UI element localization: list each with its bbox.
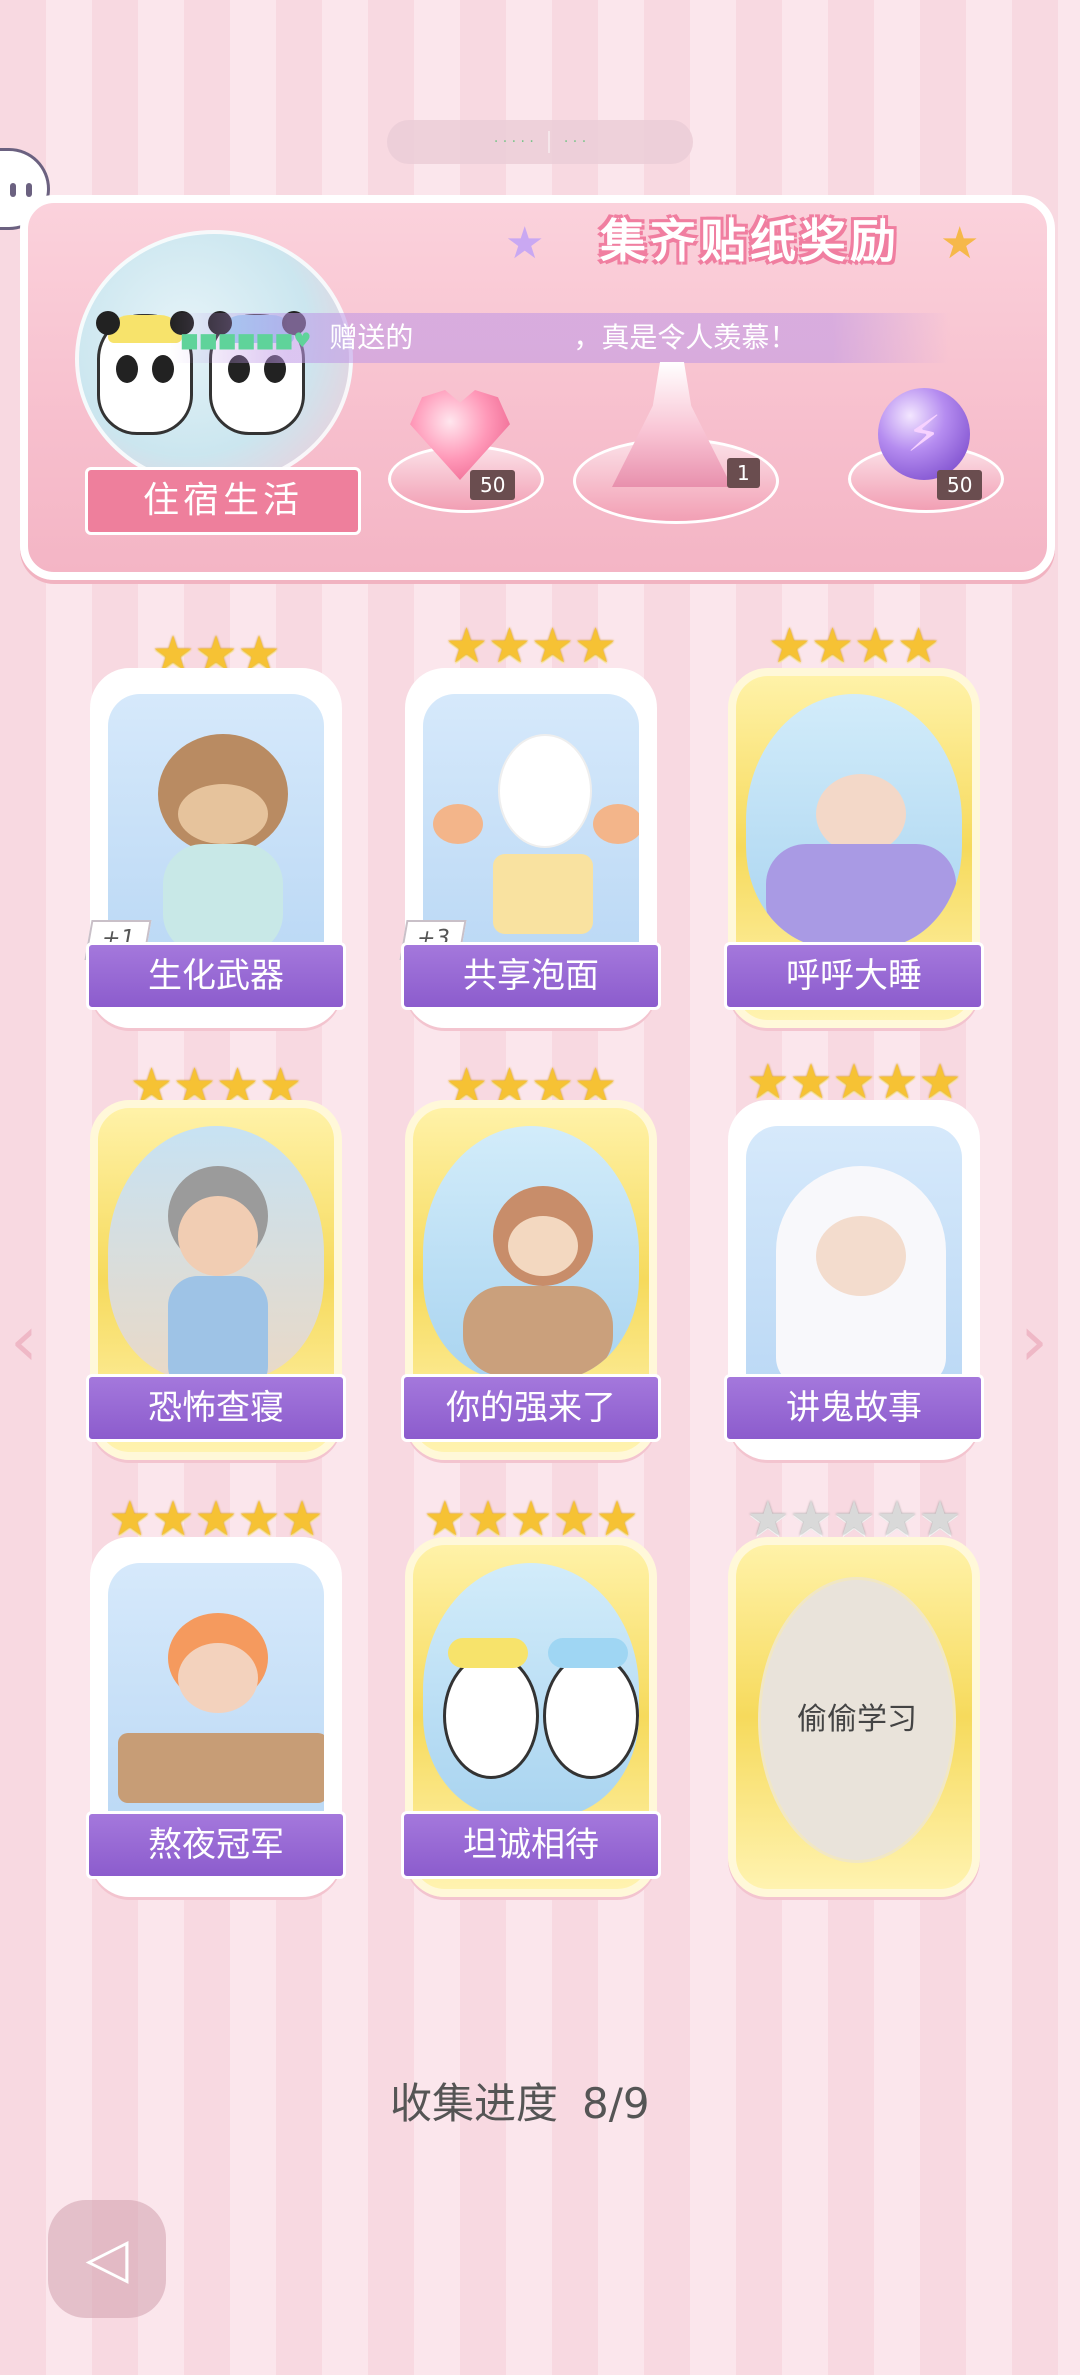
gift-text: 赠送的 xyxy=(329,321,414,354)
card-title: 讲鬼故事 xyxy=(724,1374,984,1442)
reward-count: 50 xyxy=(937,470,983,500)
sleeping-boy-sticker-art xyxy=(746,694,962,948)
sticker-card[interactable]: +3 共享泡面 xyxy=(399,668,661,1028)
panda-shower-sticker-art xyxy=(423,1563,639,1817)
sender-name: ■■■■■■♥ xyxy=(180,328,312,352)
card-star-rating: ★ ★ ★ ★ ★ xyxy=(423,1491,639,1547)
back-button[interactable]: ◁ xyxy=(48,2200,166,2318)
sticker-card[interactable]: 你的强来了 xyxy=(401,1100,661,1460)
card-title: 生化武器 xyxy=(86,942,346,1010)
capybara-sticker-art xyxy=(108,694,324,948)
card-star-rating: ★ ★ ★ ★ ★ xyxy=(746,1491,962,1547)
cockroach-sticker-art xyxy=(423,1126,639,1380)
sticker-card[interactable]: 讲鬼故事 xyxy=(724,1100,984,1460)
card-star-rating: ★ ★ ★ ★ xyxy=(767,618,941,674)
purple-star-icon: ★ xyxy=(505,218,545,269)
progress-value: 8/9 xyxy=(582,2079,650,2128)
card-title: 你的强来了 xyxy=(401,1374,661,1442)
reward-count: 1 xyxy=(727,458,760,488)
locked-sticker-card[interactable]: 偷偷学习 xyxy=(728,1537,980,1897)
bunny-noodles-sticker-art xyxy=(423,694,639,948)
progress-label: 收集进度 xyxy=(390,2079,559,2128)
all-nighter-sticker-art xyxy=(108,1563,324,1817)
orb-icon[interactable]: ⚡ xyxy=(878,388,970,480)
locked-card-title: 偷偷学习 xyxy=(758,1577,956,1863)
status-left-text: · · · · · xyxy=(493,134,534,150)
status-divider xyxy=(547,131,550,153)
sticker-card[interactable]: 恐怖查寝 xyxy=(86,1100,346,1460)
card-star-rating: ★ ★ ★ ★ ★ xyxy=(108,1491,324,1547)
status-right-text: · · · xyxy=(563,134,587,150)
card-title: 恐怖查寝 xyxy=(86,1374,346,1442)
reward-count: 50 xyxy=(470,470,516,500)
sticker-card[interactable]: 熬夜冠军 xyxy=(86,1537,346,1897)
card-title: 坦诚相待 xyxy=(401,1811,661,1879)
gift-scroll-message: ■■■■■■♥ 赠送的 ，真是令人羡慕！ xyxy=(170,313,950,363)
top-status-pill: · · · · · · · · xyxy=(387,120,693,164)
ghost-story-sticker-art xyxy=(746,1126,962,1380)
face-eye-icon xyxy=(10,183,16,197)
banner-title: 集齐贴纸奖励 xyxy=(600,214,900,268)
card-star-rating: ★ ★ ★ ★ ★ xyxy=(746,1054,962,1110)
card-title: 共享泡面 xyxy=(401,942,661,1010)
next-page-arrow[interactable]: › xyxy=(1020,1300,1048,1382)
sticker-card[interactable]: 呼呼大睡 xyxy=(724,668,984,1028)
sticker-set-name: 住宿生活 xyxy=(85,467,361,535)
envy-text: ，真是令人羡慕！ xyxy=(573,321,798,354)
card-title: 呼呼大睡 xyxy=(724,942,984,1010)
prev-page-arrow[interactable]: ‹ xyxy=(10,1300,38,1382)
dorm-inspector-sticker-art xyxy=(108,1126,324,1380)
back-arrow-icon: ◁ xyxy=(85,2226,129,2291)
sticker-card[interactable]: +1 生化武器 xyxy=(84,668,346,1028)
card-star-rating: ★ ★ ★ ★ xyxy=(444,618,618,674)
collection-progress: 收集进度 8/9 xyxy=(390,2070,650,2131)
sticker-card[interactable]: 坦诚相待 xyxy=(401,1537,661,1897)
card-title: 熬夜冠军 xyxy=(86,1811,346,1879)
face-eye-icon xyxy=(26,183,32,197)
